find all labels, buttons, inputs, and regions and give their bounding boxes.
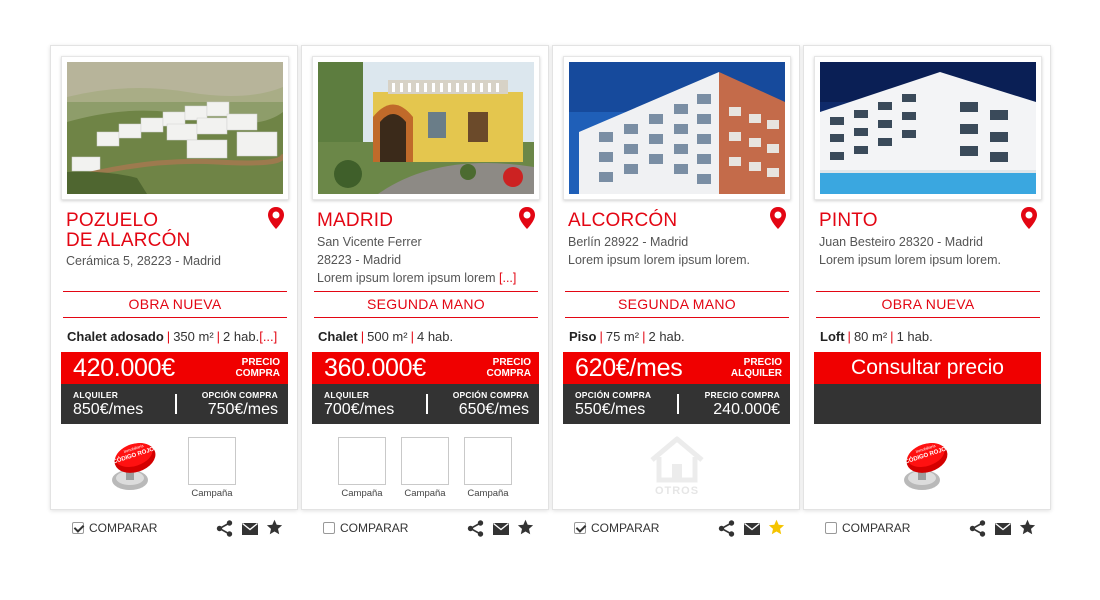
mail-icon[interactable] — [744, 523, 760, 535]
property-card: POZUELO DE ALARCÓN Cerámica 5, 28223 - M… — [50, 45, 298, 542]
divider — [314, 291, 538, 292]
codigo-rojo-badge: Inmobiliaria CÓDIGO ROJO — [112, 443, 156, 490]
secondary-prices: ALQUILER 700€/mes OPCIÓN COMPRA 650€/mes — [312, 384, 539, 424]
compare-label[interactable]: COMPARAR — [340, 521, 408, 535]
compare-label[interactable]: COMPARAR — [842, 521, 910, 535]
svg-text:OTROS: OTROS — [655, 485, 699, 496]
property-category: SEGUNDA MANO — [367, 296, 485, 312]
map-pin-icon[interactable] — [266, 206, 286, 230]
campaign-label: Campaña — [191, 488, 233, 499]
compare-label[interactable]: COMPARAR — [89, 521, 157, 535]
campaign-slot[interactable] — [464, 437, 512, 485]
star-icon[interactable] — [1019, 519, 1036, 536]
divider — [63, 291, 287, 292]
star-icon[interactable] — [768, 519, 785, 536]
star-icon[interactable] — [266, 519, 283, 536]
map-pin-icon[interactable] — [768, 206, 788, 230]
card-actions: COMPARAR — [803, 517, 1051, 539]
property-city: ALCORCÓN — [568, 210, 678, 231]
compare-checkbox[interactable] — [825, 522, 837, 534]
property-address: Juan Besteiro 28320 - Madrid Lorem ipsum… — [819, 235, 1001, 267]
property-card-body[interactable]: POZUELO DE ALARCÓN Cerámica 5, 28223 - M… — [50, 45, 298, 510]
property-specs: Chalet adosado | 350 m² | 2 hab.[...] — [67, 329, 278, 344]
mail-icon[interactable] — [242, 523, 258, 535]
card-actions: COMPARAR — [301, 517, 549, 539]
more-link[interactable]: [...] — [259, 329, 277, 344]
divider — [816, 317, 1040, 318]
property-city: POZUELO DE ALARCÓN — [66, 210, 191, 251]
main-price: 420.000€ PRECIO COMPRA — [61, 352, 288, 384]
divider — [565, 317, 789, 318]
compare-checkbox[interactable] — [72, 522, 84, 534]
campaign-slot[interactable] — [401, 437, 449, 485]
codigo-rojo-badge: Inmobiliaria CÓDIGO ROJO — [904, 443, 948, 490]
property-photo[interactable] — [312, 56, 540, 200]
property-card: MADRID San Vicente Ferrer 28223 - Madrid… — [301, 45, 549, 542]
property-photo[interactable] — [563, 56, 791, 200]
property-city: MADRID — [317, 210, 394, 231]
property-category: OBRA NUEVA — [128, 296, 222, 312]
compare-checkbox[interactable] — [574, 522, 586, 534]
property-specs: Loft | 80 m² | 1 hab. — [820, 329, 933, 344]
property-photo[interactable] — [814, 56, 1042, 200]
share-icon[interactable] — [969, 520, 986, 537]
star-icon[interactable] — [517, 519, 534, 536]
property-card: PINTO Juan Besteiro 28320 - Madrid Lorem… — [803, 45, 1051, 542]
property-card: ALCORCÓN Berlín 28922 - Madrid Lorem ips… — [552, 45, 800, 542]
divider — [314, 317, 538, 318]
compare-label[interactable]: COMPARAR — [591, 521, 659, 535]
campaign-label: Campaña — [404, 488, 446, 499]
divider — [816, 291, 1040, 292]
map-pin-icon[interactable] — [517, 206, 537, 230]
campaign-slot[interactable] — [188, 437, 236, 485]
share-icon[interactable] — [718, 520, 735, 537]
property-address: Berlín 28922 - Madrid Lorem ipsum lorem … — [568, 235, 750, 267]
more-link[interactable]: [...] — [499, 271, 516, 285]
property-address: San Vicente Ferrer 28223 - Madrid Lorem … — [317, 235, 517, 285]
house-icon: OTROS — [650, 436, 704, 496]
card-actions: COMPARAR — [50, 517, 298, 539]
map-pin-icon[interactable] — [1019, 206, 1039, 230]
main-price: 620€/mes PRECIO ALQUILER — [563, 352, 790, 384]
campaign-label: Campaña — [467, 488, 509, 499]
property-specs: Piso | 75 m² | 2 hab. — [569, 329, 685, 344]
secondary-prices — [814, 384, 1041, 424]
compare-checkbox[interactable] — [323, 522, 335, 534]
mail-icon[interactable] — [493, 523, 509, 535]
property-card-body[interactable]: ALCORCÓN Berlín 28922 - Madrid Lorem ips… — [552, 45, 800, 510]
share-icon[interactable] — [216, 520, 233, 537]
secondary-prices: ALQUILER 850€/mes OPCIÓN COMPRA 750€/mes — [61, 384, 288, 424]
secondary-prices: OPCIÓN COMPRA 550€/mes PRECIO COMPRA 240… — [563, 384, 790, 424]
property-address: Cerámica 5, 28223 - Madrid — [66, 254, 221, 268]
mail-icon[interactable] — [995, 523, 1011, 535]
campaign-label: Campaña — [341, 488, 383, 499]
main-price: 360.000€ PRECIO COMPRA — [312, 352, 539, 384]
property-category: OBRA NUEVA — [881, 296, 975, 312]
consult-price-button[interactable]: Consultar precio — [814, 352, 1041, 384]
campaign-slot[interactable] — [338, 437, 386, 485]
property-card-body[interactable]: MADRID San Vicente Ferrer 28223 - Madrid… — [301, 45, 549, 510]
divider — [565, 291, 789, 292]
property-specs: Chalet | 500 m² | 4 hab. — [318, 329, 454, 344]
divider — [63, 317, 287, 318]
property-photo[interactable] — [61, 56, 289, 200]
share-icon[interactable] — [467, 520, 484, 537]
property-city: PINTO — [819, 210, 878, 231]
card-actions: COMPARAR — [552, 517, 800, 539]
property-card-body[interactable]: PINTO Juan Besteiro 28320 - Madrid Lorem… — [803, 45, 1051, 510]
property-category: SEGUNDA MANO — [618, 296, 736, 312]
